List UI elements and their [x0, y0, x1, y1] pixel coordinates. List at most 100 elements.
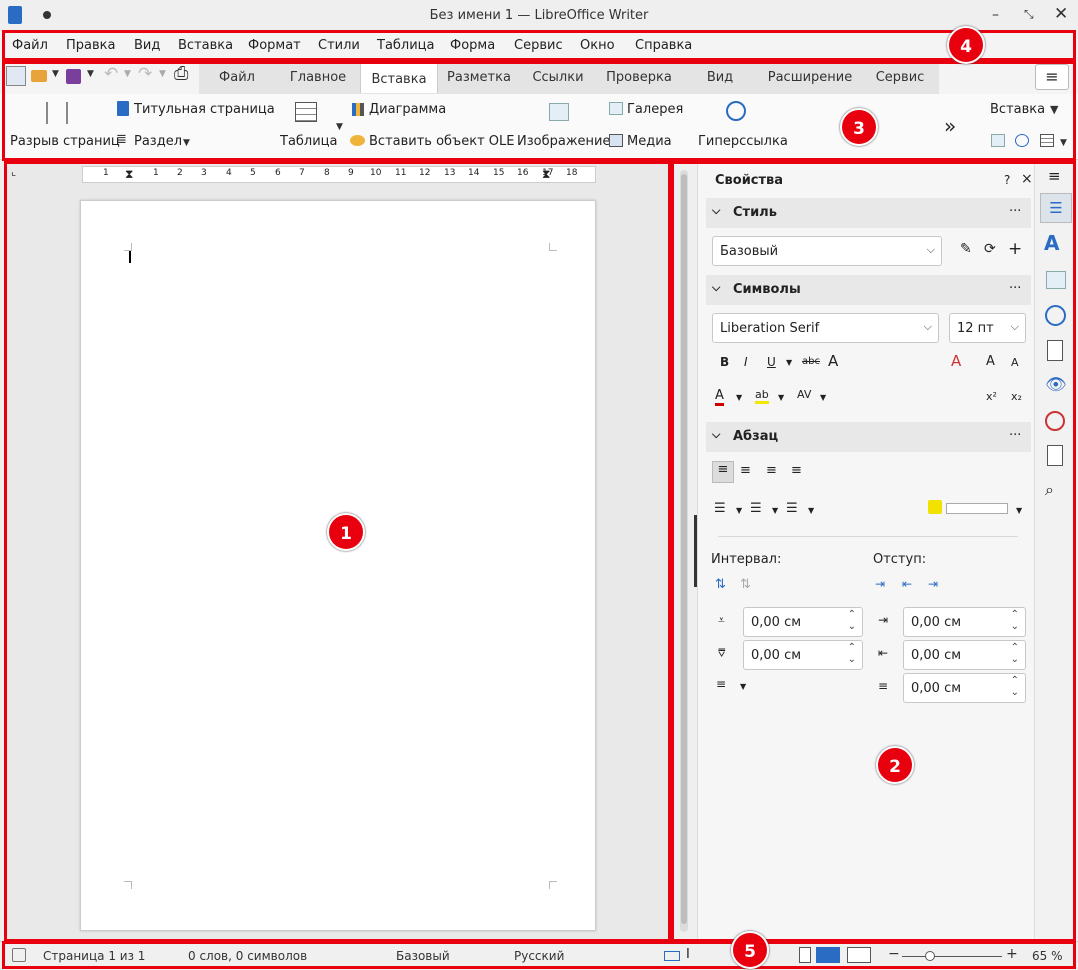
gallery-deck-icon[interactable] [1046, 271, 1066, 289]
find-deck-icon[interactable]: ⌕ [1045, 480, 1054, 500]
update-style-icon[interactable]: ⟳ [984, 241, 996, 257]
underline-dropdown-icon[interactable]: ▼ [786, 358, 792, 367]
paragraph-section-header[interactable]: ⌵ Абзац ··· [706, 422, 1031, 452]
insert-table-small-icon[interactable] [1040, 134, 1054, 147]
tab-review[interactable]: Проверка [602, 62, 676, 93]
page-break-icon[interactable] [46, 102, 68, 124]
title-page-icon[interactable] [117, 101, 129, 116]
undo-icon[interactable]: ↶ [104, 64, 118, 84]
hamburger-menu-icon[interactable]: ≡ [1035, 64, 1069, 90]
multi-page-view-icon[interactable] [816, 947, 840, 963]
section-more-icon[interactable]: ··· [1009, 281, 1021, 296]
image-icon[interactable] [549, 103, 569, 121]
ruler-indent-marker-icon[interactable]: ⧗ [125, 167, 133, 182]
menu-view[interactable]: Вид [134, 38, 160, 53]
table-icon[interactable] [295, 102, 317, 122]
ole-button[interactable]: Вставить объект OLE [369, 134, 514, 149]
zoom-slider[interactable] [902, 956, 1002, 957]
table-button[interactable]: Таблица [280, 134, 338, 149]
font-name-select[interactable]: Liberation Serif ⌵ [712, 313, 939, 343]
align-left-icon[interactable]: ≡ [712, 461, 734, 483]
close-window-icon[interactable]: ✕ [1054, 4, 1068, 24]
zoom-slider-thumb[interactable] [925, 951, 935, 961]
menu-form[interactable]: Форма [450, 38, 495, 53]
media-button[interactable]: Медиа [627, 134, 672, 149]
menu-table[interactable]: Таблица [377, 38, 435, 53]
section-button[interactable]: Раздел [134, 134, 182, 149]
sidebar-close-icon[interactable]: × [1021, 171, 1033, 187]
grow-font-icon[interactable]: A [986, 354, 995, 369]
char-spacing-icon[interactable]: AV [797, 388, 811, 401]
highlight-dropdown-icon[interactable]: ▼ [778, 393, 784, 402]
ole-object-icon[interactable] [350, 135, 365, 146]
save-dropdown-icon[interactable]: ▼ [87, 69, 94, 79]
book-view-icon[interactable] [847, 947, 871, 963]
first-line-indent-input[interactable]: 0,00 см ⌃ ⌄ [903, 673, 1026, 703]
section-dropdown-icon[interactable]: ▼ [183, 138, 190, 148]
increase-indent-icon[interactable]: ⇥ [875, 577, 885, 591]
redo-dropdown-icon[interactable]: ▼ [159, 69, 166, 79]
document-page[interactable] [80, 200, 596, 931]
vertical-scrollbar[interactable] [680, 170, 688, 932]
highlight-icon[interactable]: ab [755, 388, 769, 404]
single-page-view-icon[interactable] [799, 947, 811, 963]
design-deck-icon[interactable] [1047, 445, 1063, 466]
horizontal-ruler[interactable]: 1 ⧗ 1 2 3 4 5 6 7 8 9 10 11 12 13 14 15 … [82, 166, 596, 183]
justify-icon[interactable]: ≡ [791, 463, 802, 478]
font-color-dropdown-icon[interactable]: ▼ [736, 393, 742, 402]
table-dropdown-icon[interactable]: ▼ [336, 122, 343, 132]
menu-styles[interactable]: Стили [318, 38, 360, 53]
undo-dropdown-icon[interactable]: ▼ [124, 69, 131, 79]
increase-spacing-icon[interactable]: ⇅ [715, 577, 726, 592]
tab-extension[interactable]: Расширение [763, 62, 857, 93]
underline-icon[interactable]: U [767, 355, 776, 369]
tab-insert[interactable]: Вставка [360, 62, 438, 93]
italic-icon[interactable]: I [744, 355, 748, 369]
superscript-icon[interactable]: x² [986, 390, 997, 403]
word-count[interactable]: 0 слов, 0 символов [188, 949, 307, 963]
tab-references[interactable]: Ссылки [526, 62, 590, 93]
open-folder-icon[interactable] [31, 70, 47, 82]
insert-image-small-icon[interactable] [991, 134, 1005, 147]
shadow-icon[interactable]: A [828, 352, 838, 370]
tab-stop-type-icon[interactable]: ⌞ [11, 165, 16, 178]
tab-home[interactable]: Главное [282, 62, 354, 93]
decrease-indent-icon[interactable]: ⇤ [902, 577, 912, 591]
numbering-icon[interactable]: ☰ [750, 501, 762, 516]
characters-section-header[interactable]: ⌵ Символы ··· [706, 275, 1031, 305]
page-count[interactable]: Страница 1 из 1 [43, 949, 145, 963]
sidebar-help-icon[interactable]: ? [1004, 173, 1010, 187]
hyperlink-button[interactable]: Гиперссылка [698, 134, 788, 149]
print-icon[interactable]: ⎙ [174, 63, 188, 84]
shrink-font-icon[interactable]: A [1011, 356, 1019, 369]
section-more-icon[interactable]: ··· [1009, 428, 1021, 443]
tab-layout[interactable]: Разметка [444, 62, 514, 93]
open-dropdown-icon[interactable]: ▼ [52, 69, 59, 79]
properties-deck-icon[interactable]: ☰ [1040, 193, 1072, 223]
menu-help[interactable]: Справка [635, 38, 692, 53]
more-commands-button[interactable]: » [944, 114, 956, 138]
clear-formatting-icon[interactable]: A [951, 352, 961, 370]
char-spacing-dropdown-icon[interactable]: ▼ [820, 393, 826, 402]
menu-insert[interactable]: Вставка [178, 38, 233, 53]
tab-tools[interactable]: Сервис [868, 62, 932, 93]
after-text-indent-input[interactable]: 0,00 см ⌃ ⌄ [903, 640, 1026, 670]
line-spacing-icon[interactable]: ≡ [716, 677, 726, 691]
menu-file[interactable]: Файл [12, 38, 48, 53]
above-paragraph-spacing-input[interactable]: 0,00 см ⌃ ⌄ [743, 607, 863, 637]
redo-icon[interactable]: ↷ [138, 64, 152, 84]
gallery-icon[interactable] [609, 102, 623, 115]
new-style-icon[interactable]: + [1008, 239, 1022, 259]
line-spacing-dropdown-icon[interactable]: ▼ [740, 682, 746, 691]
outline-dropdown-icon[interactable]: ▼ [808, 506, 814, 515]
page-style[interactable]: Базовый [396, 949, 450, 963]
menu-tools[interactable]: Сервис [514, 38, 563, 53]
spin-arrows-icon[interactable]: ⌃ ⌄ [1011, 675, 1019, 699]
insert-dropdown-label[interactable]: Вставка [990, 102, 1045, 117]
styles-deck-icon[interactable]: A [1044, 231, 1059, 255]
bullets-dropdown-icon[interactable]: ▼ [736, 506, 742, 515]
page-deck-icon[interactable] [1047, 340, 1063, 361]
hyperlink-icon[interactable] [726, 101, 746, 121]
save-icon[interactable] [66, 69, 81, 84]
document-modified-icon[interactable] [12, 948, 26, 962]
